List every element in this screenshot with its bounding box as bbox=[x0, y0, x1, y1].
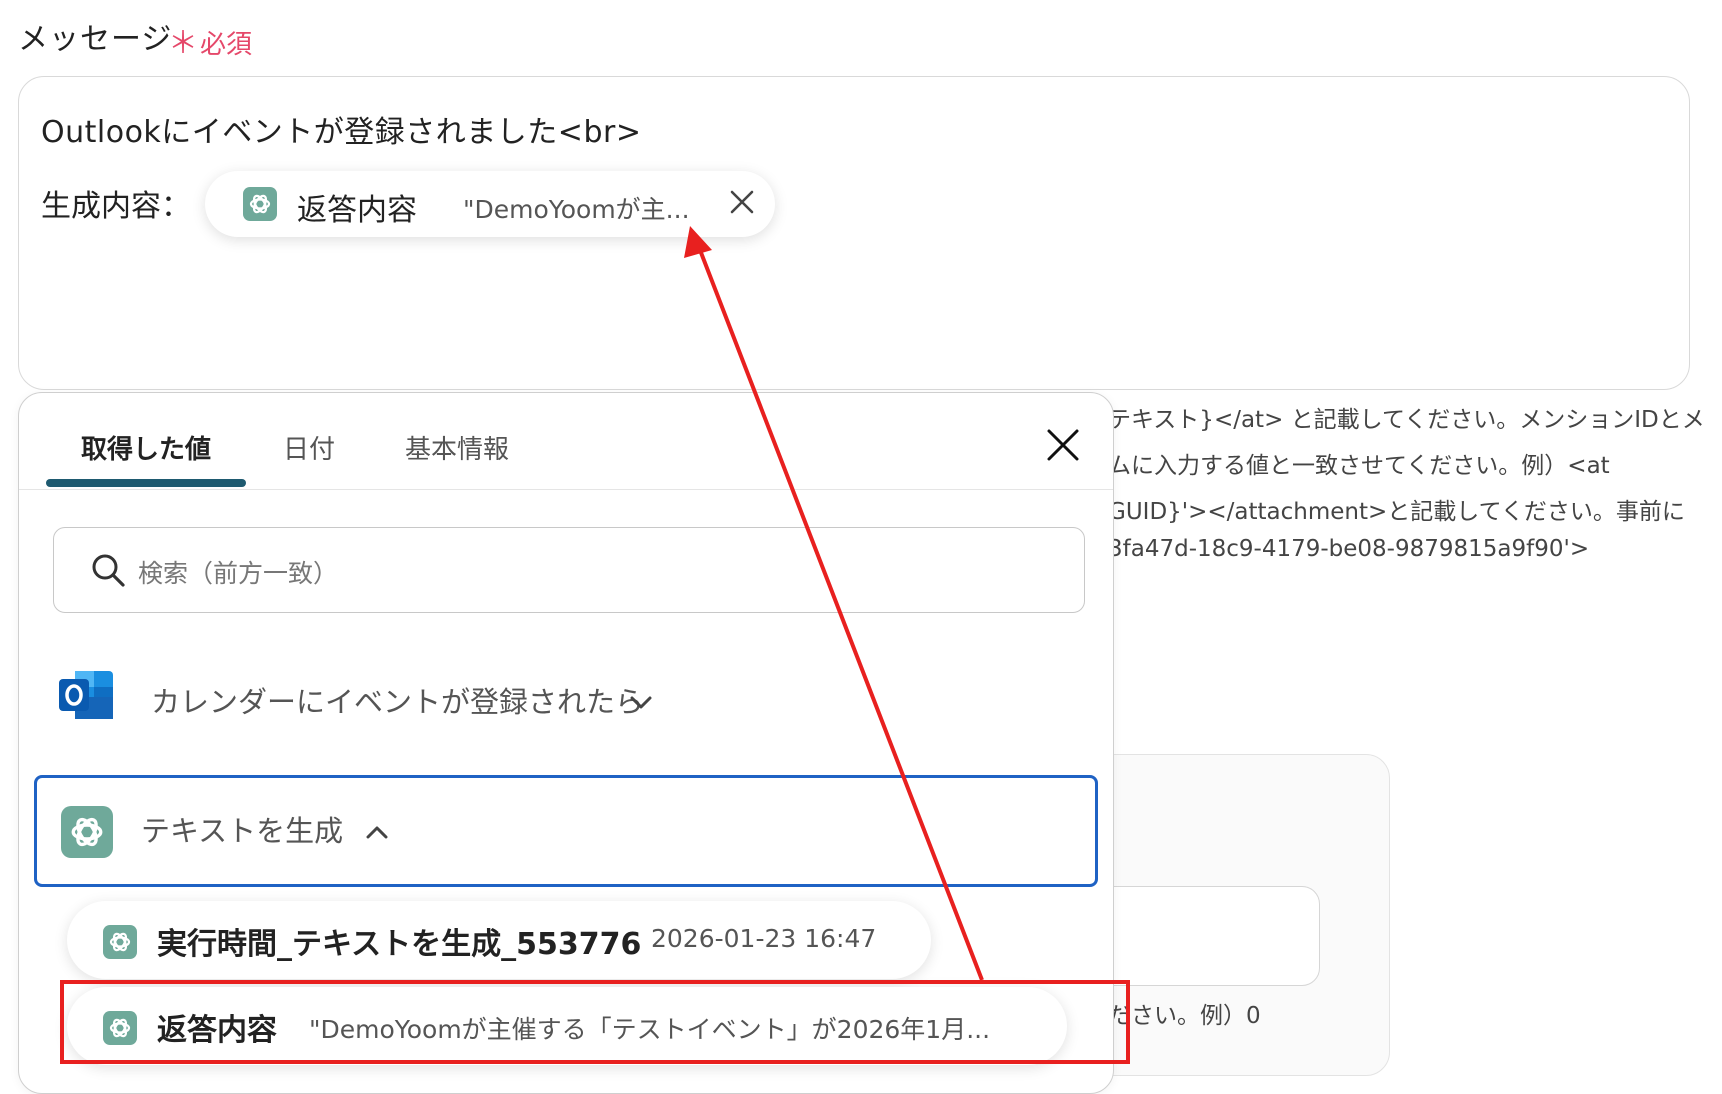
variable-chip-response[interactable]: 返答内容 "DemoYoomが主... bbox=[205, 171, 775, 237]
background-input[interactable] bbox=[1090, 886, 1320, 986]
tab-bar: 取得した値 日付 基本情報 bbox=[19, 393, 1113, 490]
item-value: 2026-01-23 16:47 bbox=[651, 924, 877, 953]
group-outlook-calendar[interactable]: カレンダーにイベントが登録されたら bbox=[19, 655, 1113, 745]
help-text-line: GUID}'></attachment>と記載してください。事前に bbox=[1108, 499, 1685, 525]
help-text-line: 3fa47d-18c9-4179-be08-9879815a9f90'> bbox=[1108, 536, 1590, 562]
group-generate-text[interactable]: テキストを生成 bbox=[34, 775, 1098, 887]
chip-remove-icon[interactable] bbox=[725, 185, 759, 219]
group-title: カレンダーにイベントが登録されたら bbox=[151, 685, 645, 719]
chip-name: 返答内容 bbox=[297, 193, 417, 228]
chatgpt-icon bbox=[103, 925, 137, 959]
chatgpt-icon bbox=[61, 806, 113, 858]
message-editor[interactable]: Outlookにイベントが登録されました<br> 生成内容： 返答内容 "Dem… bbox=[18, 76, 1690, 390]
message-text-line[interactable]: Outlookにイベントが登録されました<br> bbox=[41, 107, 641, 151]
message-generated-label[interactable]: 生成内容： bbox=[41, 181, 191, 225]
message-field-label: メッセージ bbox=[18, 22, 173, 57]
group-title: テキストを生成 bbox=[141, 814, 344, 848]
tab-date[interactable]: 日付 bbox=[283, 429, 335, 466]
close-icon[interactable] bbox=[1045, 427, 1081, 463]
chip-value: "DemoYoomが主... bbox=[463, 195, 690, 224]
outlook-icon bbox=[59, 671, 113, 719]
help-text-line: ムに入力する値と一致させてください。例）<at bbox=[1108, 453, 1610, 479]
tab-retrieved-values[interactable]: 取得した値 bbox=[81, 429, 211, 466]
chevron-up-icon bbox=[366, 826, 388, 839]
annotation-highlight-box bbox=[60, 980, 1130, 1064]
value-item-execution-time[interactable]: 実行時間_テキストを生成_553776 2026-01-23 16:47 bbox=[67, 901, 931, 979]
help-text-line: テキスト}</at> と記載してください。メンションIDとメ bbox=[1108, 407, 1705, 433]
search-icon bbox=[92, 554, 125, 587]
search-placeholder: 検索（前方一致） bbox=[138, 559, 339, 588]
tab-basic-info[interactable]: 基本情報 bbox=[405, 429, 509, 466]
item-name: 実行時間_テキストを生成_553776 bbox=[157, 927, 642, 962]
active-tab-indicator bbox=[46, 479, 246, 487]
chatgpt-icon bbox=[243, 187, 277, 221]
required-badge: ＊必須 bbox=[168, 26, 253, 61]
background-hint-text: ださい。例）0 bbox=[1108, 1003, 1261, 1029]
chevron-down-icon bbox=[630, 696, 652, 709]
search-input[interactable]: 検索（前方一致） bbox=[53, 527, 1085, 613]
